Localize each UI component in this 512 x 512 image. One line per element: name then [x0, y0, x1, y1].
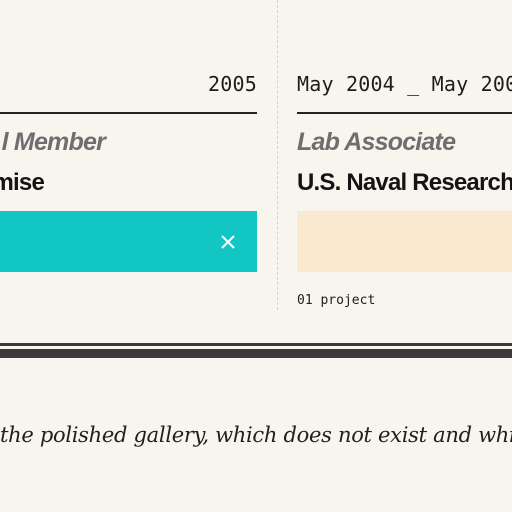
- entry-role: Lab Associate: [297, 128, 456, 156]
- section-rule-thick: [0, 349, 512, 358]
- entry-panel-expanded[interactable]: [0, 211, 257, 272]
- timeline-entry-right: May 2004 _ May 2005 Lab Associate U.S. N…: [297, 0, 512, 320]
- entry-organization: mise: [0, 169, 45, 196]
- entry-dates: 2005: [208, 72, 257, 96]
- timeline-entry-left: 2005 l Member mise: [0, 0, 257, 320]
- entry-panel[interactable]: [297, 211, 512, 272]
- section-rule-thin: [0, 343, 512, 346]
- entry-divider: [297, 112, 512, 114]
- entry-role: l Member: [1, 128, 106, 156]
- project-count: 01 project: [297, 293, 376, 308]
- close-icon[interactable]: [217, 231, 239, 253]
- footer-quote: the polished gallery, which does not exi…: [0, 423, 512, 447]
- timeline-view: 2005 l Member mise May 2004 _ May 2005 L…: [0, 0, 512, 512]
- column-divider: [277, 0, 278, 310]
- entry-dates: May 2004 _ May 2005: [297, 72, 512, 96]
- entry-divider: [0, 112, 257, 114]
- entry-organization: U.S. Naval Research: [297, 169, 512, 196]
